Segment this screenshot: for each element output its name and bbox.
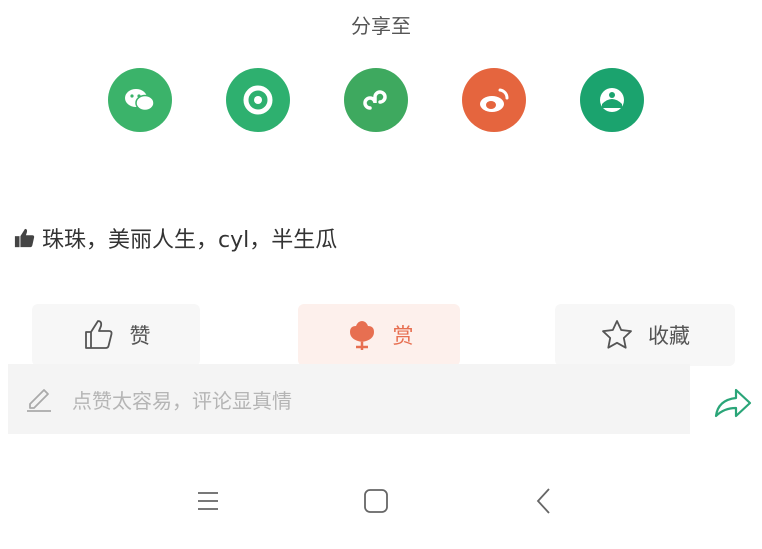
home-button[interactable]: [356, 484, 396, 518]
back-button[interactable]: [524, 484, 564, 518]
star-outline-icon: [602, 320, 632, 349]
share-mini-program-button[interactable]: [344, 68, 408, 132]
favorite-label: 收藏: [648, 324, 690, 348]
wechat-icon: [125, 89, 155, 112]
share-weibo-button[interactable]: [462, 68, 526, 132]
square-home-icon: [364, 489, 388, 513]
share-moments-button[interactable]: [226, 68, 290, 132]
thumbs-up-icon: [14, 228, 35, 248]
like-label: 赞: [129, 324, 151, 348]
share-qzone-button[interactable]: [580, 68, 644, 132]
moments-icon: [243, 85, 273, 115]
share-targets: [108, 68, 644, 132]
comment-placeholder: 点赞太容易，评论显真情: [72, 388, 292, 413]
menu-button[interactable]: [188, 484, 228, 518]
thumbs-up-outline-icon: [84, 320, 112, 349]
chevron-left-icon: [536, 488, 550, 514]
liker-names[interactable]: 珠珠，美丽人生，cyl，半生瓜: [42, 222, 337, 254]
forward-icon[interactable]: [712, 382, 754, 422]
like-button[interactable]: 赞: [32, 304, 200, 366]
qzone-icon: [600, 88, 624, 112]
system-navigation-bar: [0, 470, 762, 532]
reward-button[interactable]: 赏: [298, 304, 460, 366]
share-wechat-button[interactable]: [108, 68, 172, 132]
comment-input[interactable]: 点赞太容易，评论显真情: [8, 364, 690, 434]
mini-program-icon: [363, 90, 387, 110]
menu-icon: [198, 492, 218, 510]
share-sheet: 分享至 珠珠，美丽人生，cyl，半生瓜 赞 赏 收藏 点赞太容易，评论显真情: [0, 0, 762, 549]
reward-label: 赏: [392, 324, 414, 348]
pencil-icon: [27, 389, 51, 412]
weibo-icon: [480, 88, 509, 112]
likes-list: 珠珠，美丽人生，cyl，半生瓜: [14, 222, 337, 254]
favorite-button[interactable]: 收藏: [555, 304, 735, 366]
flower-icon: [349, 321, 374, 350]
share-title: 分享至: [351, 14, 411, 38]
